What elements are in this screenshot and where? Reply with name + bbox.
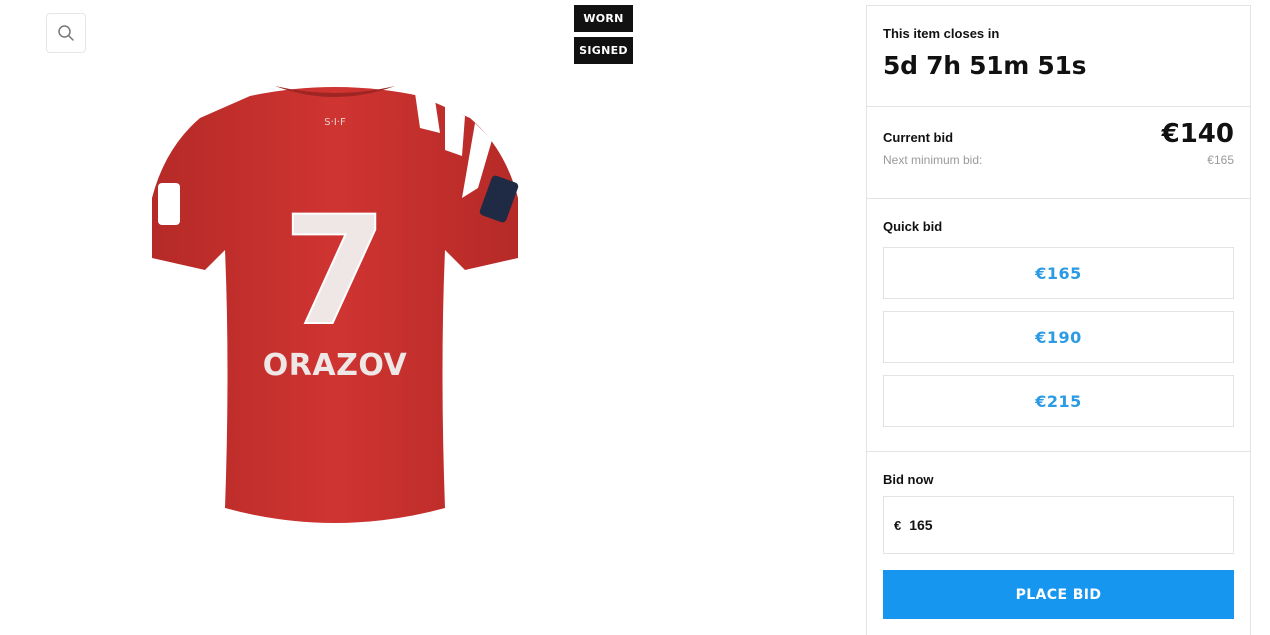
bid-panel: This item closes in 5d 7h 51m 51s Curren… [866, 5, 1251, 635]
current-bid-value: €140 [1161, 119, 1234, 149]
quick-bid-label: Quick bid [883, 219, 943, 234]
sleeve-badge-left [158, 183, 180, 225]
bid-now-section: Bid now € PLACE BID [867, 452, 1250, 619]
current-bid-label: Current bid [883, 129, 954, 145]
bid-amount-field[interactable]: € [883, 496, 1234, 554]
jersey-number: 7 [283, 185, 387, 359]
quick-bid-button[interactable]: €165 [883, 247, 1234, 299]
next-min-bid-value: €165 [1207, 153, 1234, 167]
search-icon [58, 25, 74, 41]
worn-badge: WORN [574, 5, 633, 32]
place-bid-button[interactable]: PLACE BID [883, 570, 1234, 619]
countdown-timer: 5d 7h 51m 51s [883, 51, 1087, 80]
countdown-section: This item closes in 5d 7h 51m 51s [867, 6, 1250, 107]
signed-badge: SIGNED [574, 37, 633, 64]
current-bid-section: Current bid €140 Next minimum bid: €165 [867, 107, 1250, 199]
currency-symbol: € [894, 517, 902, 533]
quick-bid-section: Quick bid €165 €190 €215 [867, 199, 1250, 452]
quick-bid-button[interactable]: €215 [883, 375, 1234, 427]
zoom-button[interactable] [46, 13, 86, 53]
quick-bid-button[interactable]: €190 [883, 311, 1234, 363]
closes-label: This item closes in [883, 26, 1000, 41]
shoulder-stripe [445, 105, 465, 156]
next-min-bid-label: Next minimum bid: [883, 153, 983, 167]
jersey-image: S·I·F 7 ORAZOV [152, 86, 519, 523]
jersey-player-name: ORAZOV [263, 348, 408, 383]
jersey-crest: S·I·F [324, 117, 346, 128]
bid-now-label: Bid now [883, 472, 934, 487]
bid-amount-input[interactable] [909, 517, 1210, 533]
